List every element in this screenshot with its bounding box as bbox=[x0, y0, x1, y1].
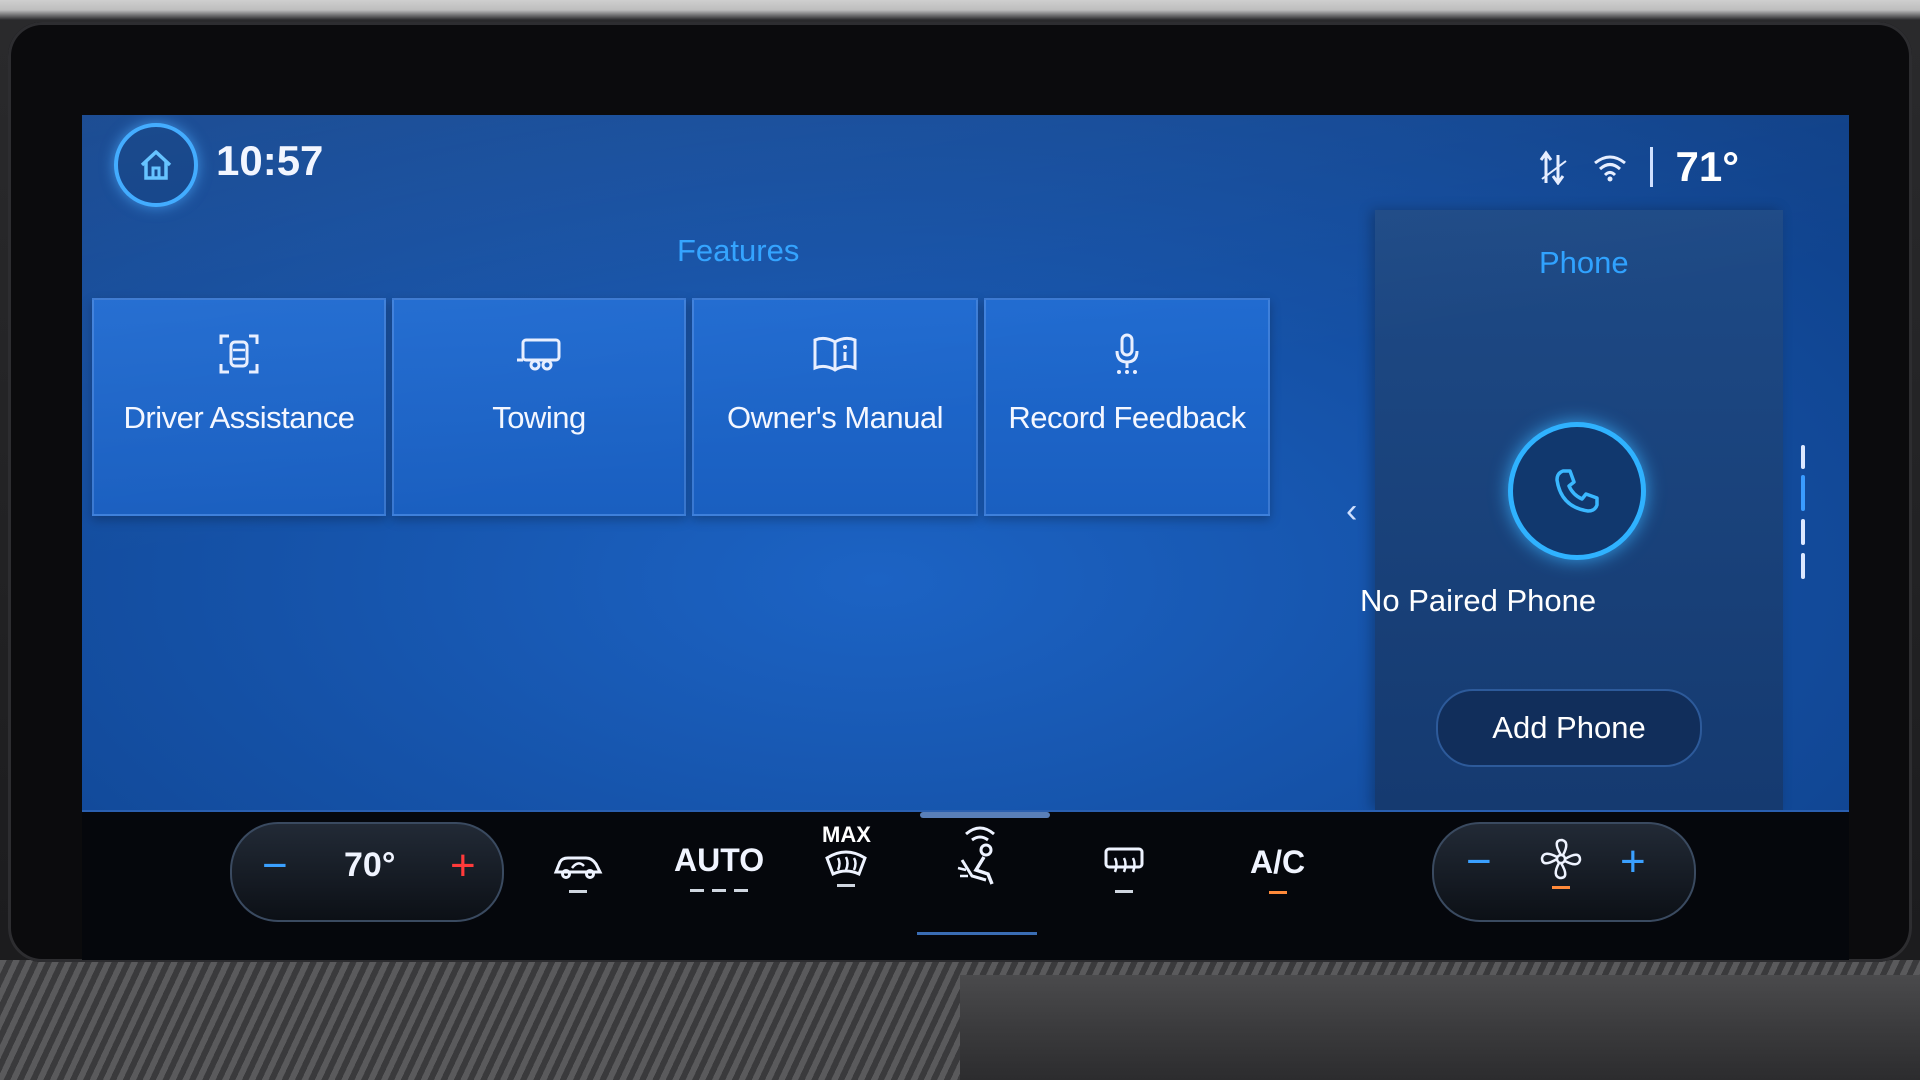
rear-defrost-icon bbox=[1104, 847, 1144, 873]
home-button[interactable] bbox=[114, 123, 198, 207]
airflow-selected-underline bbox=[917, 932, 1037, 935]
driver-assist-icon bbox=[219, 334, 259, 374]
tile-label: Driver Assistance bbox=[123, 400, 355, 435]
call-button[interactable] bbox=[1508, 422, 1646, 560]
max-defrost-icon bbox=[825, 850, 868, 877]
page-dot-active bbox=[1801, 475, 1805, 511]
climate-drawer-handle[interactable] bbox=[920, 812, 1050, 818]
rear-defrost-button[interactable] bbox=[1102, 846, 1146, 893]
page-indicator[interactable] bbox=[1798, 445, 1808, 595]
plus-icon: + bbox=[450, 841, 476, 890]
recirculation-indicator bbox=[569, 890, 587, 893]
outside-temperature: 71° bbox=[1675, 143, 1739, 190]
auto-indicator bbox=[690, 889, 749, 892]
status-divider bbox=[1650, 147, 1654, 187]
home-icon bbox=[140, 150, 172, 180]
airflow-mode-button[interactable] bbox=[952, 824, 1008, 888]
phone-title: Phone bbox=[1539, 245, 1629, 280]
fan-decrease-button[interactable]: − bbox=[1466, 840, 1492, 884]
minus-icon: − bbox=[262, 841, 288, 890]
auto-climate-button[interactable]: AUTO bbox=[674, 842, 764, 892]
set-temperature: 70° bbox=[344, 846, 396, 884]
tile-owners-manual[interactable]: Owner's Manual bbox=[692, 298, 978, 516]
ac-button[interactable]: A/C bbox=[1250, 844, 1305, 894]
tile-label: Owner's Manual bbox=[726, 400, 944, 435]
minus-icon: − bbox=[1466, 837, 1492, 886]
fan-indicator bbox=[1552, 886, 1570, 889]
status-icons: 71° bbox=[1538, 143, 1739, 191]
clock: 10:57 bbox=[216, 137, 324, 184]
page-dot bbox=[1801, 445, 1805, 469]
temp-decrease-button[interactable]: − bbox=[262, 844, 288, 888]
fan-icon bbox=[1540, 838, 1582, 880]
page-dot bbox=[1801, 519, 1805, 545]
recirculation-car-icon bbox=[553, 856, 603, 879]
recirculation-button[interactable] bbox=[552, 850, 604, 893]
trailer-icon bbox=[517, 338, 561, 371]
collapse-panel-arrow[interactable]: ‹ bbox=[1346, 492, 1357, 531]
wifi-icon bbox=[1594, 155, 1627, 182]
ac-indicator bbox=[1268, 891, 1287, 894]
features-title: Features bbox=[677, 233, 800, 268]
plus-icon: + bbox=[1620, 837, 1646, 886]
rear-defrost-indicator bbox=[1115, 890, 1133, 893]
airflow-seat-icon bbox=[957, 826, 995, 885]
page-dot bbox=[1801, 553, 1805, 579]
tile-driver-assistance[interactable]: Driver Assistance bbox=[92, 298, 386, 516]
phone-status: No Paired Phone bbox=[1360, 583, 1597, 618]
temp-increase-button[interactable]: + bbox=[450, 844, 476, 888]
max-defrost-button[interactable]: MAX bbox=[822, 822, 871, 887]
max-defrost-indicator bbox=[837, 884, 856, 887]
tile-record-feedback[interactable]: Record Feedback bbox=[984, 298, 1270, 516]
fan-increase-button[interactable]: + bbox=[1620, 840, 1646, 884]
tile-label: Record Feedback bbox=[1008, 400, 1246, 435]
climate-bar: − 70° + AUTO MAX A/C − + bbox=[82, 810, 1849, 960]
tile-towing[interactable]: Towing bbox=[392, 298, 686, 516]
infotainment-screen: 10:57 71° Features Driver Assistance Tow… bbox=[82, 115, 1849, 960]
phone-icon bbox=[1555, 469, 1599, 513]
data-transfer-icon bbox=[1540, 150, 1568, 185]
microphone-icon bbox=[1115, 333, 1139, 374]
dashboard-trim-panel bbox=[960, 975, 1920, 1080]
manual-book-icon bbox=[813, 336, 857, 372]
fan-speed-indicator bbox=[1538, 836, 1584, 889]
add-phone-button[interactable]: Add Phone bbox=[1436, 689, 1702, 767]
tile-label: Towing bbox=[492, 400, 586, 435]
